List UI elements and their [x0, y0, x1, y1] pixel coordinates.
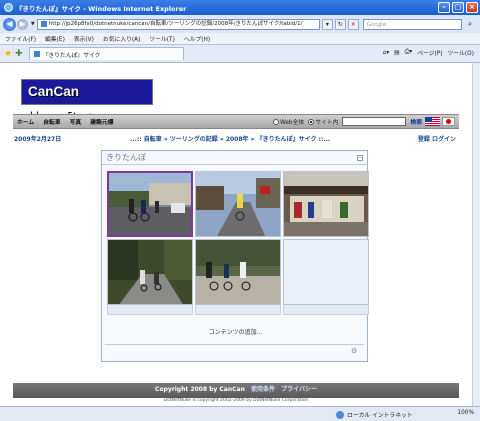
photo-gallery — [107, 171, 369, 325]
page-menu[interactable]: ページ(P) — [417, 48, 442, 57]
print-icon[interactable]: ⎙▾ — [405, 49, 413, 56]
terms-link[interactable]: 使用条件 — [251, 386, 275, 393]
forward-button[interactable]: ▶ — [16, 18, 28, 30]
zone-label: ローカル イントラネット — [347, 413, 413, 419]
photo-empty-slot — [283, 239, 369, 305]
command-bar: ⌂▾ ▤ ⎙▾ ページ(P) ツール(O) — [378, 48, 474, 57]
site-search-input[interactable] — [342, 117, 407, 126]
tab-bar: ★ ✚ 『きりたんぽ』サイク ⌂▾ ▤ ⎙▾ ページ(P) ツール(O) — [0, 45, 480, 63]
footer-copyright: Copyright 2008 by CanCan — [155, 386, 245, 393]
status-bar: ローカル イントラネット 100% — [0, 406, 480, 421]
nav-bicycle[interactable]: 自転車 — [43, 117, 60, 126]
login-link[interactable]: ログイン — [432, 136, 456, 143]
back-button[interactable]: ◀ — [3, 17, 16, 31]
page-viewport: CanCan HomePage ホーム 自転車 写真 建築元標 Web全体 サイ… — [0, 63, 480, 406]
site-search: Web全体 サイト内 検索 — [272, 117, 455, 126]
tab-label: 『きりたんぽ』サイク — [42, 52, 101, 59]
nav-home[interactable]: ホーム — [17, 117, 34, 126]
address-toolbar: ◀ ▶ ▼ http://jp26p8fx0/dotnetnuke/cancan… — [0, 15, 480, 33]
stop-button[interactable]: ✕ — [347, 18, 359, 30]
window-titlebar: 『きりたんぽ』サイク - Windows Internet Explorer –… — [0, 0, 480, 15]
home-icon[interactable]: ⌂▾ — [383, 50, 390, 56]
search-input[interactable]: Google — [362, 18, 463, 30]
add-favorites-icon[interactable]: ✚ — [15, 49, 23, 59]
window-title: 『きりたんぽ』サイク - Windows Internet Explorer — [16, 4, 187, 13]
caption-slot — [195, 305, 281, 315]
radio-web[interactable] — [272, 118, 279, 125]
photo-cyclists-group[interactable] — [107, 171, 193, 237]
page-icon — [40, 21, 47, 27]
nav-architecture[interactable]: 建築元標 — [90, 117, 113, 126]
menu-favorites[interactable]: お気に入り(A) — [103, 34, 140, 43]
module-header: きりたんぽ – — [102, 151, 367, 165]
photo-storefront[interactable] — [283, 171, 369, 237]
tab-current[interactable]: 『きりたんぽ』サイク — [28, 47, 184, 60]
privacy-link[interactable]: プライバシー — [281, 386, 317, 393]
breadcrumb-bar: 2009年2月27日 ...:: 自転車 » ツーリングの記録 » 2008年 … — [13, 133, 459, 143]
site-nav: ホーム 自転車 写真 建築元標 Web全体 サイト内 検索 — [13, 114, 459, 129]
history-dropdown-icon[interactable]: ▼ — [31, 21, 35, 27]
tools-menu[interactable]: ツール(O) — [448, 48, 474, 57]
refresh-button[interactable]: ↻ — [334, 18, 346, 30]
menu-tools[interactable]: ツール(T) — [149, 34, 174, 43]
menu-file[interactable]: ファイル(F) — [5, 34, 36, 43]
address-url: http://jp26p8fx0/dotnetnuke/cancan/自転車/ツ… — [48, 21, 303, 27]
powered-by: DotNetNuke is copyright 2002-2009 by Dot… — [163, 398, 309, 403]
vertical-scrollbar[interactable] — [472, 63, 480, 406]
zoom-level[interactable]: 100% — [457, 410, 474, 416]
japan-flag-icon[interactable] — [442, 117, 455, 126]
site-search-button[interactable]: 検索 — [410, 117, 422, 126]
maximize-button[interactable]: □ — [452, 2, 464, 13]
photo-forest-riders[interactable] — [107, 239, 193, 305]
globe-icon — [336, 410, 344, 419]
menu-help[interactable]: ヘルプ(H) — [184, 34, 210, 43]
security-zone: ローカル イントラネット — [336, 410, 413, 419]
us-flag-icon[interactable] — [425, 117, 440, 126]
radio-web-label: Web全体 — [279, 120, 305, 126]
register-link[interactable]: 登録 — [418, 136, 430, 143]
module-settings-icon[interactable]: ⚙ — [351, 347, 360, 355]
address-input[interactable]: http://jp26p8fx0/dotnetnuke/cancan/自転車/ツ… — [36, 18, 320, 30]
page-content: CanCan HomePage ホーム 自転車 写真 建築元標 Web全体 サイ… — [13, 63, 459, 406]
feeds-icon[interactable]: ▤ — [394, 50, 399, 56]
menu-bar: ファイル(F) 編集(E) 表示(V) お気に入り(A) ツール(T) ヘルプ(… — [0, 33, 480, 45]
tab-page-icon — [33, 51, 40, 57]
radio-site-label: サイト内 — [315, 120, 339, 126]
search-icon[interactable]: ⌕ — [463, 19, 477, 30]
nav-photo[interactable]: 写真 — [70, 117, 82, 126]
gallery-module: きりたんぽ – コンテンツの追加... ⚙ — [101, 150, 369, 362]
close-button[interactable]: × — [466, 2, 478, 13]
current-date: 2009年2月27日 — [14, 136, 62, 143]
radio-site[interactable] — [308, 118, 315, 125]
caption-slot — [107, 305, 193, 315]
photo-cyclist-road[interactable] — [195, 171, 281, 237]
add-content-link[interactable]: コンテンツの追加... — [102, 327, 369, 336]
module-footer-divider — [105, 344, 364, 345]
site-logo[interactable]: CanCan HomePage — [21, 79, 153, 123]
address-dropdown-button[interactable]: ▾ — [321, 18, 333, 30]
login-links: 登録 ログイン — [418, 134, 456, 143]
ie-logo-icon — [4, 3, 13, 12]
favorites-star-icon[interactable]: ★ — [4, 49, 12, 59]
minimize-button[interactable]: – — [438, 2, 450, 13]
menu-view[interactable]: 表示(V) — [74, 34, 94, 43]
photo-gravel-bikes[interactable] — [195, 239, 281, 305]
site-footer: Copyright 2008 by CanCan 使用条件 プライバシー — [13, 383, 459, 398]
collapse-icon[interactable]: – — [357, 155, 363, 161]
module-title: きりたんぽ — [106, 153, 146, 162]
breadcrumb[interactable]: ...:: 自転車 » ツーリングの記録 » 2008年 » 『きりたんぽ』サイ… — [130, 134, 330, 143]
menu-edit[interactable]: 編集(E) — [45, 34, 65, 43]
caption-slot — [283, 305, 369, 315]
